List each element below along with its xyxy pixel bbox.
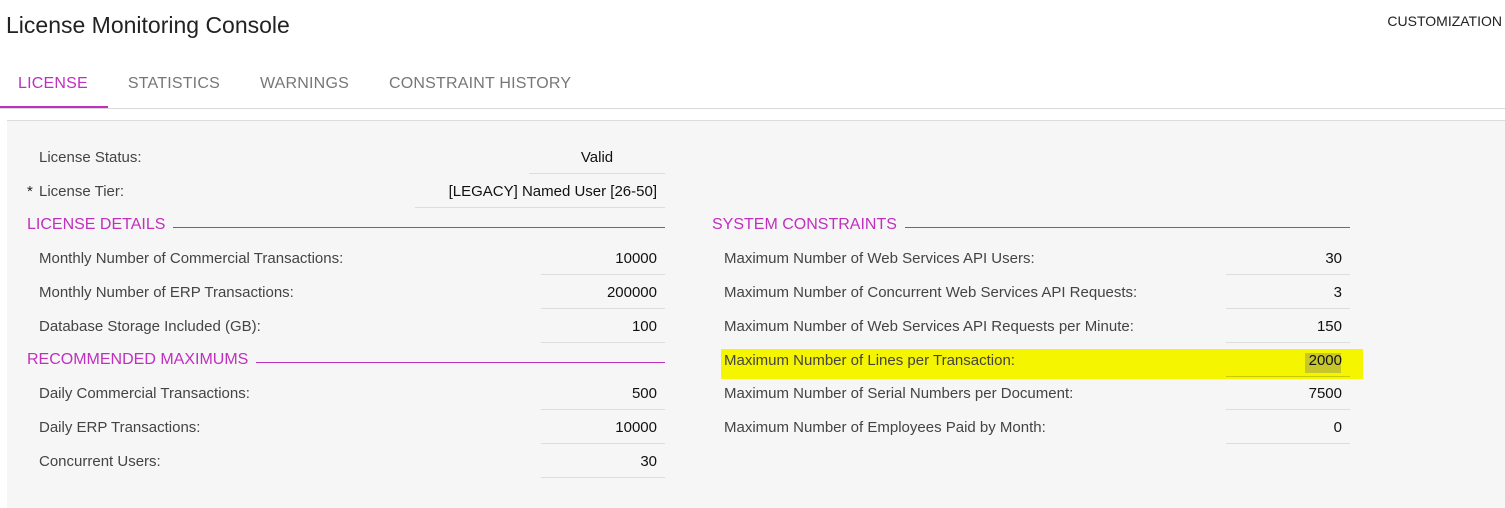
detail-row: Monthly Number of ERP Transactions: 2000… (39, 276, 665, 310)
constraint-value: 2000 (1226, 344, 1350, 377)
recommended-label: Daily Commercial Transactions: (39, 385, 250, 402)
constraint-label: Maximum Number of Web Services API Reque… (724, 318, 1134, 335)
detail-row: Database Storage Included (GB): 100 (39, 310, 665, 344)
constraint-value: 30 (1226, 242, 1350, 275)
recommended-maximums-header: RECOMMENDED MAXIMUMS (27, 351, 665, 373)
section-title: RECOMMENDED MAXIMUMS (27, 351, 257, 369)
detail-label: Database Storage Included (GB): (39, 318, 261, 335)
section-title: LICENSE DETAILS (27, 216, 174, 234)
customization-menu[interactable]: CUSTOMIZATION (1387, 13, 1502, 29)
license-details-header: LICENSE DETAILS (27, 216, 665, 238)
tab-license[interactable]: LICENSE (0, 62, 108, 108)
license-status-row: License Status: Valid (39, 141, 665, 175)
constraint-row: Maximum Number of Web Services API Reque… (724, 310, 1350, 344)
constraint-value: 7500 (1226, 377, 1350, 410)
detail-row: Monthly Number of Commercial Transaction… (39, 242, 665, 276)
constraint-label: Maximum Number of Serial Numbers per Doc… (724, 385, 1074, 402)
detail-value: 200000 (541, 276, 665, 309)
detail-value: 10000 (541, 242, 665, 275)
license-monitoring-page: License Monitoring Console CUSTOMIZATION… (0, 0, 1505, 508)
system-constraints-header: SYSTEM CONSTRAINTS (712, 216, 1350, 238)
detail-label: Monthly Number of Commercial Transaction… (39, 250, 344, 267)
constraint-label: Maximum Number of Lines per Transaction: (724, 352, 1015, 369)
recommended-row: Daily ERP Transactions: 10000 (39, 411, 665, 445)
constraint-value: 0 (1226, 411, 1350, 444)
license-tier-row: * License Tier: [LEGACY] Named User [26-… (27, 175, 665, 209)
recommended-value: 30 (541, 445, 665, 478)
constraint-row-highlighted: Maximum Number of Lines per Transaction:… (724, 344, 1350, 378)
tab-constraint-history[interactable]: CONSTRAINT HISTORY (369, 62, 591, 108)
constraint-row: Maximum Number of Web Services API Users… (724, 242, 1350, 276)
recommended-row: Concurrent Users: 30 (39, 445, 665, 479)
constraint-row: Maximum Number of Employees Paid by Mont… (724, 411, 1350, 445)
license-tier-label: License Tier: (39, 183, 125, 200)
constraint-row: Maximum Number of Serial Numbers per Doc… (724, 377, 1350, 411)
license-status-label: License Status: (39, 149, 142, 166)
detail-label: Monthly Number of ERP Transactions: (39, 284, 294, 301)
recommended-row: Daily Commercial Transactions: 500 (39, 377, 665, 411)
recommended-value: 500 (541, 377, 665, 410)
constraint-row: Maximum Number of Concurrent Web Service… (724, 276, 1350, 310)
constraint-value: 3 (1226, 276, 1350, 309)
tab-bar: LICENSE STATISTICS WARNINGS CONSTRAINT H… (0, 62, 591, 108)
tab-warnings[interactable]: WARNINGS (240, 62, 369, 108)
constraint-label: Maximum Number of Concurrent Web Service… (724, 284, 1138, 301)
recommended-label: Concurrent Users: (39, 453, 161, 470)
constraint-label: Maximum Number of Web Services API Users… (724, 250, 1035, 267)
required-indicator: * (27, 183, 33, 200)
detail-value: 100 (541, 310, 665, 343)
constraint-label: Maximum Number of Employees Paid by Mont… (724, 419, 1046, 436)
license-form: License Status: Valid * License Tier: [L… (7, 120, 1505, 508)
license-tier-field[interactable]: [LEGACY] Named User [26-50] (415, 175, 665, 208)
recommended-label: Daily ERP Transactions: (39, 419, 201, 436)
license-status-value: Valid (529, 141, 665, 174)
constraint-value: 150 (1226, 310, 1350, 343)
section-title: SYSTEM CONSTRAINTS (712, 216, 905, 234)
page-title: License Monitoring Console (6, 12, 290, 38)
tab-statistics[interactable]: STATISTICS (108, 62, 240, 108)
tab-divider (0, 108, 1505, 109)
recommended-value: 10000 (541, 411, 665, 444)
